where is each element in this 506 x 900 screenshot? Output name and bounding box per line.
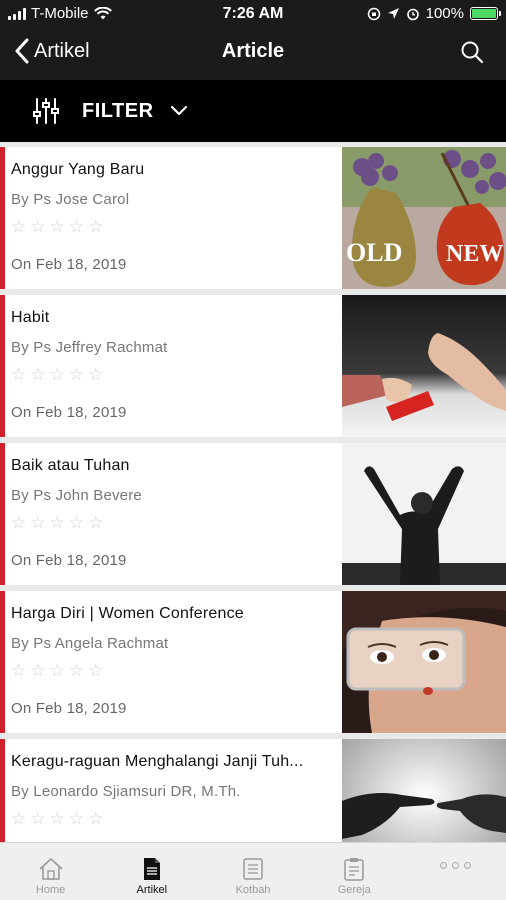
tab-label: Gereja xyxy=(337,884,371,896)
filter-label: FILTER xyxy=(82,99,154,122)
article-author: By Leonardo Sjiamsuri DR, M.Th. xyxy=(11,783,241,800)
rating-stars[interactable]: ☆ ☆ ☆ ☆ ☆ xyxy=(11,661,103,681)
star-icon[interactable]: ☆ xyxy=(30,217,45,237)
article-card[interactable]: Harga Diri | Women Conference By Ps Ange… xyxy=(0,591,506,733)
search-icon xyxy=(461,41,484,64)
star-icon[interactable]: ☆ xyxy=(50,661,65,681)
search-button[interactable] xyxy=(460,40,484,69)
more-button[interactable] xyxy=(405,843,506,900)
star-icon[interactable]: ☆ xyxy=(69,809,84,829)
article-date: On Feb 18, 2019 xyxy=(11,700,127,717)
alarm-icon xyxy=(406,8,419,20)
more-dot xyxy=(463,862,471,869)
image-text-old: OLD xyxy=(346,238,402,267)
filter-bar[interactable]: FILTER xyxy=(0,80,506,142)
star-icon[interactable]: ☆ xyxy=(50,809,65,829)
article-title: Habit xyxy=(11,309,50,326)
article-card[interactable]: Anggur Yang Baru By Ps Jose Carol ☆ ☆ ☆ ☆ ☆ … xyxy=(0,147,506,289)
clipboard-icon xyxy=(344,858,364,881)
article-thumbnail[interactable] xyxy=(342,295,506,437)
article-title: Harga Diri | Women Conference xyxy=(11,605,244,622)
article-info: Keragu-raguan Menghalangi Janji Tuh... B… xyxy=(11,739,341,842)
star-icon[interactable]: ☆ xyxy=(11,661,26,681)
article-thumbnail[interactable]: OLD NEW xyxy=(342,147,506,289)
article-author: By Ps Jose Carol xyxy=(11,191,130,208)
article-date: On Feb 18, 2019 xyxy=(11,404,127,421)
star-icon[interactable]: ☆ xyxy=(30,661,45,681)
article-card[interactable]: Habit By Ps Jeffrey Rachmat ☆ ☆ ☆ ☆ ☆ On Feb… xyxy=(0,295,506,437)
tab-gereja[interactable]: Gereja xyxy=(304,843,405,900)
article-title: Anggur Yang Baru xyxy=(11,161,145,178)
old-new-wine-image: OLD NEW xyxy=(342,147,506,289)
chevron-down-icon xyxy=(170,105,187,116)
article-list[interactable]: Anggur Yang Baru By Ps Jose Carol ☆ ☆ ☆ ☆ ☆ … xyxy=(0,142,506,842)
article-date: On Feb 18, 2019 xyxy=(11,256,127,273)
notes-icon xyxy=(243,858,263,880)
star-icon[interactable]: ☆ xyxy=(69,217,84,237)
sliders-icon xyxy=(33,98,59,124)
touching-fingers-image xyxy=(342,739,506,842)
rating-stars[interactable]: ☆ ☆ ☆ ☆ ☆ xyxy=(11,513,103,533)
rating-stars[interactable]: ☆ ☆ ☆ ☆ ☆ xyxy=(11,365,103,385)
star-icon[interactable]: ☆ xyxy=(69,365,84,385)
star-icon[interactable]: ☆ xyxy=(50,217,65,237)
article-info: Anggur Yang Baru By Ps Jose Carol ☆ ☆ ☆ ☆ ☆ … xyxy=(11,147,341,289)
article-title: Keragu-raguan Menghalangi Janji Tuh... xyxy=(11,753,304,770)
article-author: By Ps John Bevere xyxy=(11,487,142,504)
nav-bar: Artikel Article xyxy=(0,28,506,80)
tab-home[interactable]: Home xyxy=(0,843,101,900)
star-icon[interactable]: ☆ xyxy=(11,365,26,385)
tab-bar: Home Artikel Kotbah Gereja xyxy=(0,842,506,900)
rating-stars[interactable]: ☆ ☆ ☆ ☆ ☆ xyxy=(11,809,103,829)
raised-arms-image xyxy=(342,443,506,585)
location-icon xyxy=(387,8,399,19)
star-icon[interactable]: ☆ xyxy=(30,809,45,829)
tab-label: Home xyxy=(35,884,66,896)
article-thumbnail[interactable] xyxy=(342,443,506,585)
star-icon[interactable]: ☆ xyxy=(88,513,103,533)
image-text-new: NEW xyxy=(446,241,503,267)
article-card[interactable]: Keragu-raguan Menghalangi Janji Tuh... B… xyxy=(0,739,506,842)
star-icon[interactable]: ☆ xyxy=(50,513,65,533)
rating-stars[interactable]: ☆ ☆ ☆ ☆ ☆ xyxy=(11,217,103,237)
star-icon[interactable]: ☆ xyxy=(88,661,103,681)
hand-refusing-cigarettes-image xyxy=(342,295,506,437)
star-icon[interactable]: ☆ xyxy=(69,661,84,681)
tab-label: Artikel xyxy=(136,884,168,896)
article-author: By Ps Angela Rachmat xyxy=(11,635,169,652)
status-bar: T-Mobile 7:26 AM 100% xyxy=(0,0,506,28)
more-dot xyxy=(439,862,447,869)
star-icon[interactable]: ☆ xyxy=(88,809,103,829)
tab-label: Kotbah xyxy=(235,884,271,896)
battery-icon xyxy=(470,7,501,20)
article-info: Habit By Ps Jeffrey Rachmat ☆ ☆ ☆ ☆ ☆ On Feb… xyxy=(11,295,341,437)
star-icon[interactable]: ☆ xyxy=(11,217,26,237)
article-info: Harga Diri | Women Conference By Ps Ange… xyxy=(11,591,341,733)
star-icon[interactable]: ☆ xyxy=(30,513,45,533)
orientation-lock-icon xyxy=(367,7,380,20)
status-right: 100% xyxy=(367,5,501,22)
star-icon[interactable]: ☆ xyxy=(50,365,65,385)
star-icon[interactable]: ☆ xyxy=(30,365,45,385)
article-title: Baik atau Tuhan xyxy=(11,457,130,474)
star-icon[interactable]: ☆ xyxy=(69,513,84,533)
star-icon[interactable]: ☆ xyxy=(11,513,26,533)
article-thumbnail[interactable] xyxy=(342,739,506,842)
woman-eyes-phone-image xyxy=(342,591,506,733)
star-icon[interactable]: ☆ xyxy=(88,217,103,237)
article-date: On Feb 18, 2019 xyxy=(11,552,127,569)
star-icon[interactable]: ☆ xyxy=(88,365,103,385)
battery-percent: 100% xyxy=(425,5,464,22)
article-thumbnail[interactable] xyxy=(342,591,506,733)
tab-artikel[interactable]: Artikel xyxy=(101,843,202,900)
document-icon xyxy=(143,858,160,880)
page-title: Article xyxy=(221,40,285,62)
article-info: Baik atau Tuhan By Ps John Bevere ☆ ☆ ☆ ☆ ☆ … xyxy=(11,443,341,585)
tab-kotbah[interactable]: Kotbah xyxy=(202,843,303,900)
more-dot xyxy=(451,862,459,869)
article-author: By Ps Jeffrey Rachmat xyxy=(11,339,168,356)
star-icon[interactable]: ☆ xyxy=(11,809,26,829)
home-icon xyxy=(39,857,63,880)
article-card[interactable]: Baik atau Tuhan By Ps John Bevere ☆ ☆ ☆ ☆ ☆ … xyxy=(0,443,506,585)
